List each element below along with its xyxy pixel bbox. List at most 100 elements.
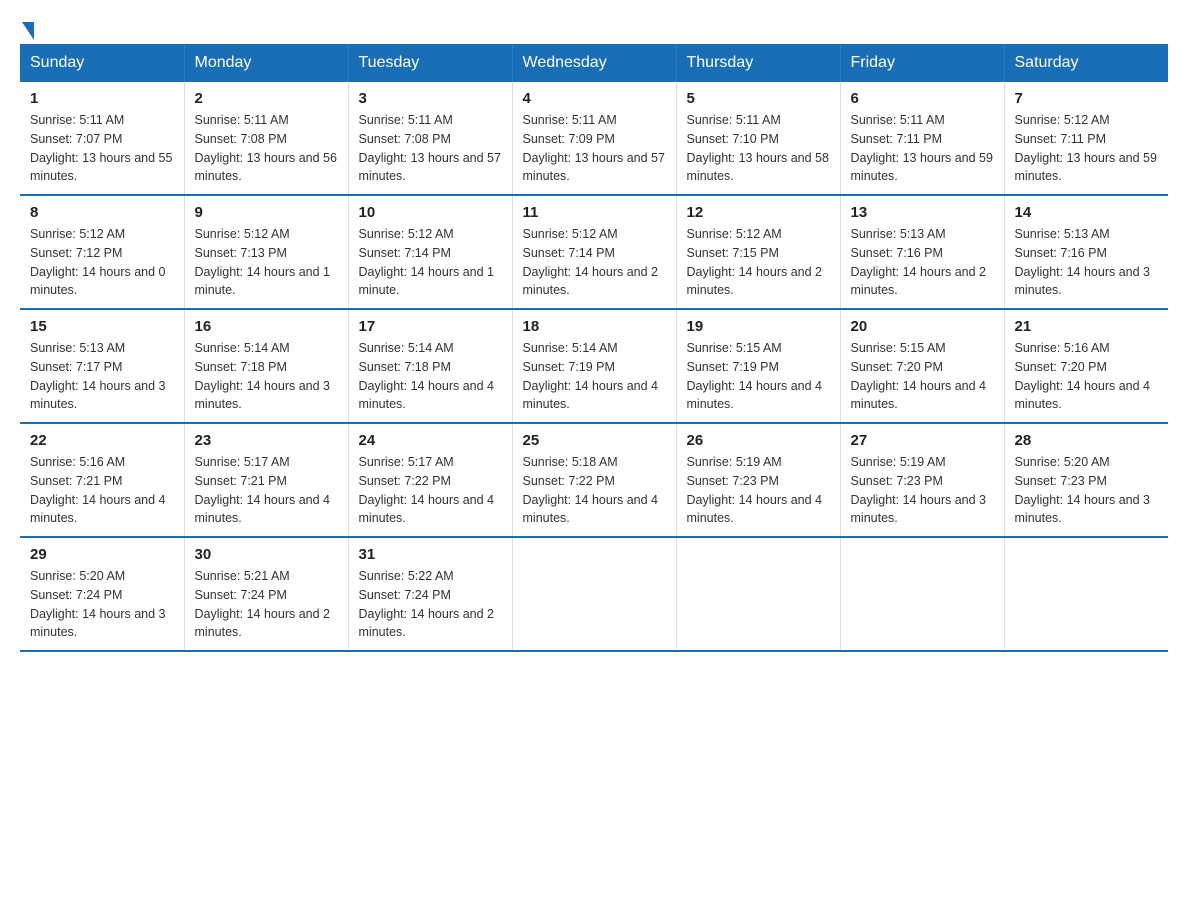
calendar-cell: 10 Sunrise: 5:12 AMSunset: 7:14 PMDaylig… xyxy=(348,195,512,309)
calendar-cell: 13 Sunrise: 5:13 AMSunset: 7:16 PMDaylig… xyxy=(840,195,1004,309)
day-number: 8 xyxy=(30,204,174,221)
day-info: Sunrise: 5:16 AMSunset: 7:21 PMDaylight:… xyxy=(30,453,174,528)
day-number: 3 xyxy=(359,90,502,107)
calendar-cell: 30 Sunrise: 5:21 AMSunset: 7:24 PMDaylig… xyxy=(184,537,348,651)
day-info: Sunrise: 5:11 AMSunset: 7:10 PMDaylight:… xyxy=(687,111,830,186)
day-number: 7 xyxy=(1015,90,1159,107)
day-number: 13 xyxy=(851,204,994,221)
day-number: 9 xyxy=(195,204,338,221)
day-number: 20 xyxy=(851,318,994,335)
day-number: 22 xyxy=(30,432,174,449)
day-number: 18 xyxy=(523,318,666,335)
day-number: 14 xyxy=(1015,204,1159,221)
day-number: 4 xyxy=(523,90,666,107)
day-info: Sunrise: 5:20 AMSunset: 7:23 PMDaylight:… xyxy=(1015,453,1159,528)
day-number: 17 xyxy=(359,318,502,335)
week-row-1: 1 Sunrise: 5:11 AMSunset: 7:07 PMDayligh… xyxy=(20,82,1168,195)
day-number: 5 xyxy=(687,90,830,107)
weekday-header-monday: Monday xyxy=(184,44,348,82)
calendar-table: SundayMondayTuesdayWednesdayThursdayFrid… xyxy=(20,44,1168,652)
day-number: 11 xyxy=(523,204,666,221)
day-number: 25 xyxy=(523,432,666,449)
day-info: Sunrise: 5:18 AMSunset: 7:22 PMDaylight:… xyxy=(523,453,666,528)
day-info: Sunrise: 5:19 AMSunset: 7:23 PMDaylight:… xyxy=(851,453,994,528)
day-info: Sunrise: 5:14 AMSunset: 7:18 PMDaylight:… xyxy=(195,339,338,414)
day-info: Sunrise: 5:17 AMSunset: 7:21 PMDaylight:… xyxy=(195,453,338,528)
calendar-cell: 21 Sunrise: 5:16 AMSunset: 7:20 PMDaylig… xyxy=(1004,309,1168,423)
day-info: Sunrise: 5:21 AMSunset: 7:24 PMDaylight:… xyxy=(195,567,338,642)
day-info: Sunrise: 5:12 AMSunset: 7:15 PMDaylight:… xyxy=(687,225,830,300)
calendar-cell: 3 Sunrise: 5:11 AMSunset: 7:08 PMDayligh… xyxy=(348,82,512,195)
day-info: Sunrise: 5:14 AMSunset: 7:18 PMDaylight:… xyxy=(359,339,502,414)
calendar-cell xyxy=(676,537,840,651)
day-number: 30 xyxy=(195,546,338,563)
weekday-header-sunday: Sunday xyxy=(20,44,184,82)
calendar-cell: 8 Sunrise: 5:12 AMSunset: 7:12 PMDayligh… xyxy=(20,195,184,309)
weekday-header-saturday: Saturday xyxy=(1004,44,1168,82)
calendar-cell xyxy=(840,537,1004,651)
calendar-cell: 5 Sunrise: 5:11 AMSunset: 7:10 PMDayligh… xyxy=(676,82,840,195)
day-number: 1 xyxy=(30,90,174,107)
day-info: Sunrise: 5:11 AMSunset: 7:08 PMDaylight:… xyxy=(195,111,338,186)
weekday-header-tuesday: Tuesday xyxy=(348,44,512,82)
calendar-cell: 20 Sunrise: 5:15 AMSunset: 7:20 PMDaylig… xyxy=(840,309,1004,423)
day-number: 24 xyxy=(359,432,502,449)
calendar-cell: 26 Sunrise: 5:19 AMSunset: 7:23 PMDaylig… xyxy=(676,423,840,537)
calendar-cell: 22 Sunrise: 5:16 AMSunset: 7:21 PMDaylig… xyxy=(20,423,184,537)
calendar-cell: 7 Sunrise: 5:12 AMSunset: 7:11 PMDayligh… xyxy=(1004,82,1168,195)
calendar-cell: 9 Sunrise: 5:12 AMSunset: 7:13 PMDayligh… xyxy=(184,195,348,309)
week-row-5: 29 Sunrise: 5:20 AMSunset: 7:24 PMDaylig… xyxy=(20,537,1168,651)
weekday-header-thursday: Thursday xyxy=(676,44,840,82)
day-info: Sunrise: 5:22 AMSunset: 7:24 PMDaylight:… xyxy=(359,567,502,642)
day-number: 10 xyxy=(359,204,502,221)
day-info: Sunrise: 5:11 AMSunset: 7:07 PMDaylight:… xyxy=(30,111,174,186)
day-info: Sunrise: 5:13 AMSunset: 7:16 PMDaylight:… xyxy=(851,225,994,300)
logo-text xyxy=(20,20,36,38)
calendar-cell: 28 Sunrise: 5:20 AMSunset: 7:23 PMDaylig… xyxy=(1004,423,1168,537)
calendar-cell: 17 Sunrise: 5:14 AMSunset: 7:18 PMDaylig… xyxy=(348,309,512,423)
day-info: Sunrise: 5:16 AMSunset: 7:20 PMDaylight:… xyxy=(1015,339,1159,414)
day-number: 19 xyxy=(687,318,830,335)
page-header xyxy=(20,20,1168,34)
calendar-cell: 27 Sunrise: 5:19 AMSunset: 7:23 PMDaylig… xyxy=(840,423,1004,537)
week-row-4: 22 Sunrise: 5:16 AMSunset: 7:21 PMDaylig… xyxy=(20,423,1168,537)
logo xyxy=(20,20,36,34)
calendar-body: 1 Sunrise: 5:11 AMSunset: 7:07 PMDayligh… xyxy=(20,82,1168,651)
day-number: 29 xyxy=(30,546,174,563)
day-info: Sunrise: 5:14 AMSunset: 7:19 PMDaylight:… xyxy=(523,339,666,414)
calendar-cell: 11 Sunrise: 5:12 AMSunset: 7:14 PMDaylig… xyxy=(512,195,676,309)
day-number: 21 xyxy=(1015,318,1159,335)
calendar-cell: 23 Sunrise: 5:17 AMSunset: 7:21 PMDaylig… xyxy=(184,423,348,537)
calendar-cell: 15 Sunrise: 5:13 AMSunset: 7:17 PMDaylig… xyxy=(20,309,184,423)
day-number: 12 xyxy=(687,204,830,221)
day-info: Sunrise: 5:19 AMSunset: 7:23 PMDaylight:… xyxy=(687,453,830,528)
calendar-cell: 12 Sunrise: 5:12 AMSunset: 7:15 PMDaylig… xyxy=(676,195,840,309)
day-info: Sunrise: 5:15 AMSunset: 7:20 PMDaylight:… xyxy=(851,339,994,414)
day-info: Sunrise: 5:11 AMSunset: 7:08 PMDaylight:… xyxy=(359,111,502,186)
calendar-cell: 24 Sunrise: 5:17 AMSunset: 7:22 PMDaylig… xyxy=(348,423,512,537)
day-number: 2 xyxy=(195,90,338,107)
calendar-cell xyxy=(1004,537,1168,651)
calendar-cell: 16 Sunrise: 5:14 AMSunset: 7:18 PMDaylig… xyxy=(184,309,348,423)
calendar-cell: 19 Sunrise: 5:15 AMSunset: 7:19 PMDaylig… xyxy=(676,309,840,423)
calendar-cell: 18 Sunrise: 5:14 AMSunset: 7:19 PMDaylig… xyxy=(512,309,676,423)
day-number: 27 xyxy=(851,432,994,449)
day-info: Sunrise: 5:12 AMSunset: 7:14 PMDaylight:… xyxy=(359,225,502,300)
calendar-header: SundayMondayTuesdayWednesdayThursdayFrid… xyxy=(20,44,1168,82)
calendar-cell: 25 Sunrise: 5:18 AMSunset: 7:22 PMDaylig… xyxy=(512,423,676,537)
calendar-cell: 29 Sunrise: 5:20 AMSunset: 7:24 PMDaylig… xyxy=(20,537,184,651)
day-info: Sunrise: 5:13 AMSunset: 7:16 PMDaylight:… xyxy=(1015,225,1159,300)
day-info: Sunrise: 5:20 AMSunset: 7:24 PMDaylight:… xyxy=(30,567,174,642)
day-number: 16 xyxy=(195,318,338,335)
day-info: Sunrise: 5:15 AMSunset: 7:19 PMDaylight:… xyxy=(687,339,830,414)
weekday-row: SundayMondayTuesdayWednesdayThursdayFrid… xyxy=(20,44,1168,82)
calendar-cell: 2 Sunrise: 5:11 AMSunset: 7:08 PMDayligh… xyxy=(184,82,348,195)
day-info: Sunrise: 5:17 AMSunset: 7:22 PMDaylight:… xyxy=(359,453,502,528)
calendar-cell xyxy=(512,537,676,651)
day-number: 26 xyxy=(687,432,830,449)
day-number: 15 xyxy=(30,318,174,335)
day-info: Sunrise: 5:12 AMSunset: 7:11 PMDaylight:… xyxy=(1015,111,1159,186)
day-number: 6 xyxy=(851,90,994,107)
weekday-header-friday: Friday xyxy=(840,44,1004,82)
calendar-cell: 1 Sunrise: 5:11 AMSunset: 7:07 PMDayligh… xyxy=(20,82,184,195)
